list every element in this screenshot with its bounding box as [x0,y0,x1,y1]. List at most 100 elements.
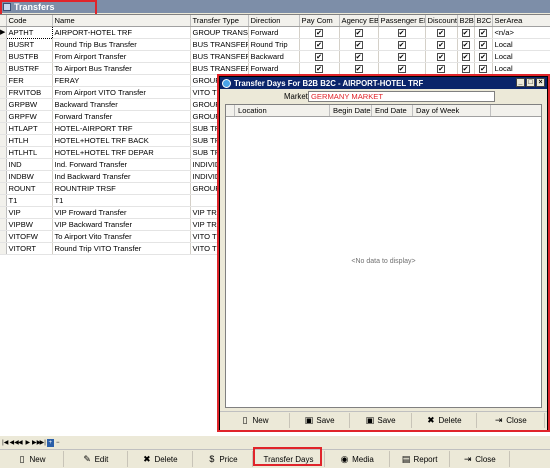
cell-discount[interactable]: ✔ [425,38,458,52]
cell-agency-eb[interactable]: ✔ [339,38,379,52]
cell-name[interactable]: To Airport Vito Transfer [52,230,191,244]
cell-code[interactable]: VIPBW [6,218,53,232]
cell-discount[interactable]: ✔ [425,62,458,76]
cell-code[interactable]: HTLHTL [6,146,53,160]
checkbox[interactable]: ✔ [461,65,470,74]
column-header-passenger-eb[interactable]: Passenger EB [378,15,426,28]
checkbox[interactable]: ✔ [354,41,363,50]
cell-code[interactable]: VITORT [6,242,53,256]
cell-name[interactable]: T1 [52,194,191,208]
price-button[interactable]: $ Price [193,451,253,467]
column-header-pay-com[interactable]: Pay Com [299,15,340,28]
cell-b2b[interactable]: ✔ [457,38,475,52]
delete-button[interactable]: ✖ Delete [128,451,193,467]
cell-name[interactable]: HOTEL-AIRPORT TRF [52,122,191,136]
cell-serarea[interactable]: Local [492,38,550,52]
table-row[interactable]: BUSTRF To Airport Bus Transfer BUS TRANSFE… [0,62,550,76]
close-button[interactable]: ⇥ Close [450,451,510,467]
column-header-transfer-type[interactable]: Transfer Type [190,15,249,28]
checkbox[interactable]: ✔ [479,53,487,62]
first-record-icon[interactable]: |◀ [2,439,9,447]
cell-name[interactable]: HOTEL+HOTEL TRF BACK [52,134,191,148]
checkbox[interactable]: ✔ [354,29,363,38]
checkbox[interactable]: ✔ [315,41,323,50]
cell-serarea[interactable]: Local [492,62,550,76]
cell-name[interactable]: ROUNTRIP TRSF [52,182,191,196]
media-button[interactable]: ◉ Media [325,451,390,467]
row-indicator[interactable]: ▶ [0,26,7,40]
checkbox[interactable]: ✔ [479,65,487,74]
checkbox[interactable]: ✔ [479,29,487,38]
delete-record-icon[interactable]: − [55,439,62,447]
cell-name[interactable]: Forward Transfer [52,110,191,124]
prev-page-icon[interactable]: ◀◀ [10,439,19,447]
cell-direction[interactable]: Forward [248,26,300,40]
column-header-b2c[interactable]: B2C [474,15,493,28]
cell-name[interactable]: FERAY [52,74,191,88]
cell-pay-com[interactable]: ✔ [299,26,340,40]
cell-code[interactable]: BUSTFB [6,50,53,64]
cell-code[interactable]: VITOFW [6,230,53,244]
cell-b2c[interactable]: ✔ [474,26,493,40]
cell-pay-com[interactable]: ✔ [299,62,340,76]
checkbox[interactable]: ✔ [354,65,363,74]
cell-passenger-eb[interactable]: ✔ [378,26,426,40]
column-header-agency-eb[interactable]: Agency EB [339,15,379,28]
cell-code[interactable]: ROUNT [6,182,53,196]
append-record-icon[interactable]: + [47,439,54,447]
checkbox[interactable]: ✔ [315,29,323,38]
checkbox[interactable]: ✔ [397,65,406,74]
cell-code[interactable]: T1 [6,194,53,208]
checkbox[interactable]: ✔ [479,41,487,50]
cell-b2b[interactable]: ✔ [457,62,475,76]
cell-code[interactable]: IND [6,158,53,172]
column-header-b2b[interactable]: B2B [457,15,475,28]
cell-name[interactable]: Ind Backward Transfer [52,170,191,184]
cell-code[interactable]: FER [6,74,53,88]
checkbox[interactable]: ✔ [397,53,406,62]
cell-code[interactable]: INDBW [6,170,53,184]
cell-code[interactable]: BUSTRF [6,62,53,76]
cell-passenger-eb[interactable]: ✔ [378,38,426,52]
cell-direction[interactable]: Forward [248,62,300,76]
checkbox[interactable]: ✔ [461,41,470,50]
next-record-icon[interactable]: ▶ [25,439,32,447]
cell-direction[interactable]: Round Trip [248,38,300,52]
next-page-icon[interactable]: ▶▶ [32,439,41,447]
cell-b2c[interactable]: ✔ [474,38,493,52]
cell-serarea[interactable]: Local [492,50,550,64]
checkbox[interactable]: ✔ [315,65,323,74]
cell-transfer-type[interactable]: BUS TRANSFER [190,62,249,76]
cell-transfer-type[interactable]: BUS TRANSFER [190,50,249,64]
cell-direction[interactable]: Backward [248,50,300,64]
cell-name[interactable]: Backward Transfer [52,98,191,112]
prev-record-icon[interactable]: ◀ [17,439,24,447]
cell-transfer-type[interactable]: BUS TRANSFER [190,38,249,52]
cell-agency-eb[interactable]: ✔ [339,50,379,64]
cell-code[interactable]: VIP [6,206,53,220]
column-header-direction[interactable]: Direction [248,15,300,28]
cell-b2b[interactable]: ✔ [457,26,475,40]
checkbox[interactable]: ✔ [461,53,470,62]
column-header-discount[interactable]: Discount [425,15,458,28]
column-header-name[interactable]: Name [52,15,191,28]
cell-name[interactable]: Ind. Forward Transfer [52,158,191,172]
cell-b2c[interactable]: ✔ [474,62,493,76]
cell-agency-eb[interactable]: ✔ [339,26,379,40]
cell-pay-com[interactable]: ✔ [299,50,340,64]
cell-passenger-eb[interactable]: ✔ [378,50,426,64]
cell-b2c[interactable]: ✔ [474,50,493,64]
cell-b2b[interactable]: ✔ [457,50,475,64]
cell-code[interactable]: GRPBW [6,98,53,112]
checkbox[interactable]: ✔ [397,29,406,38]
cell-transfer-type[interactable]: GROUP TRANSF [190,26,249,40]
cell-code[interactable]: BUSRT [6,38,53,52]
edit-button[interactable]: ✎ Edit [64,451,128,467]
cell-serarea[interactable]: <n/a> [492,26,550,40]
cell-name[interactable]: AIRPORT-HOTEL TRF [52,26,191,40]
cell-code[interactable]: HTLAPT [6,122,53,136]
column-header-serarea[interactable]: SerArea [492,15,550,28]
cell-name[interactable]: From Airport VITO Transfer [52,86,191,100]
cell-name[interactable]: Round Trip VITO Transfer [52,242,191,256]
cell-passenger-eb[interactable]: ✔ [378,62,426,76]
